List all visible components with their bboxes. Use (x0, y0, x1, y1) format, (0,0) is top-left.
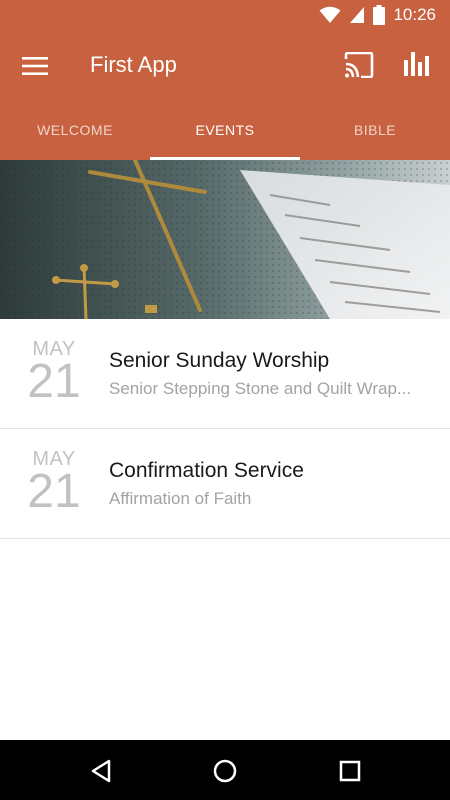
wifi-icon (319, 6, 341, 23)
home-icon (213, 759, 237, 783)
tab-bible[interactable]: BIBLE (300, 100, 450, 160)
events-list: MAY 21 Senior Sunday Worship Senior Step… (0, 319, 450, 539)
app-title: First App (90, 52, 177, 77)
menu-button[interactable] (18, 52, 52, 80)
event-list-item[interactable]: MAY 21 Confirmation Service Affirmation … (0, 429, 450, 539)
bar-chart-icon (404, 52, 429, 76)
stats-button[interactable] (404, 50, 436, 80)
tab-bar: WELCOME EVENTS BIBLE (0, 100, 450, 160)
tab-events[interactable]: EVENTS (150, 100, 300, 160)
system-nav-bar (0, 740, 450, 800)
event-title: Confirmation Service (109, 459, 304, 482)
cast-button[interactable] (344, 51, 376, 80)
cell-signal-icon (350, 7, 365, 23)
event-subtitle: Affirmation of Faith (109, 489, 252, 508)
status-bar: 10:26 (0, 0, 450, 32)
cast-icon (344, 51, 374, 79)
app-toolbar: First App (0, 32, 450, 100)
event-list-item[interactable]: MAY 21 Senior Sunday Worship Senior Step… (0, 319, 450, 429)
recents-icon (339, 760, 361, 782)
event-date: MAY 21 (24, 447, 84, 518)
tab-label: EVENTS (195, 122, 255, 138)
home-button[interactable] (209, 755, 241, 787)
tab-label: WELCOME (37, 122, 113, 138)
recents-button[interactable] (334, 755, 366, 787)
tab-label: BIBLE (353, 122, 397, 138)
event-day: 21 (27, 355, 81, 408)
tab-welcome[interactable]: WELCOME (0, 100, 150, 160)
back-button[interactable] (85, 755, 117, 787)
menu-icon (22, 57, 48, 75)
event-title: Senior Sunday Worship (109, 349, 330, 372)
back-icon (91, 759, 111, 783)
event-day: 21 (27, 465, 81, 518)
status-icons: 10:26 (319, 5, 436, 25)
hero-image (0, 160, 450, 319)
church-cross-image (0, 160, 450, 319)
battery-icon (373, 5, 386, 25)
event-subtitle: Senior Stepping Stone and Quilt Wrap... (109, 379, 412, 398)
status-time: 10:26 (393, 5, 436, 24)
event-date: MAY 21 (24, 337, 84, 408)
